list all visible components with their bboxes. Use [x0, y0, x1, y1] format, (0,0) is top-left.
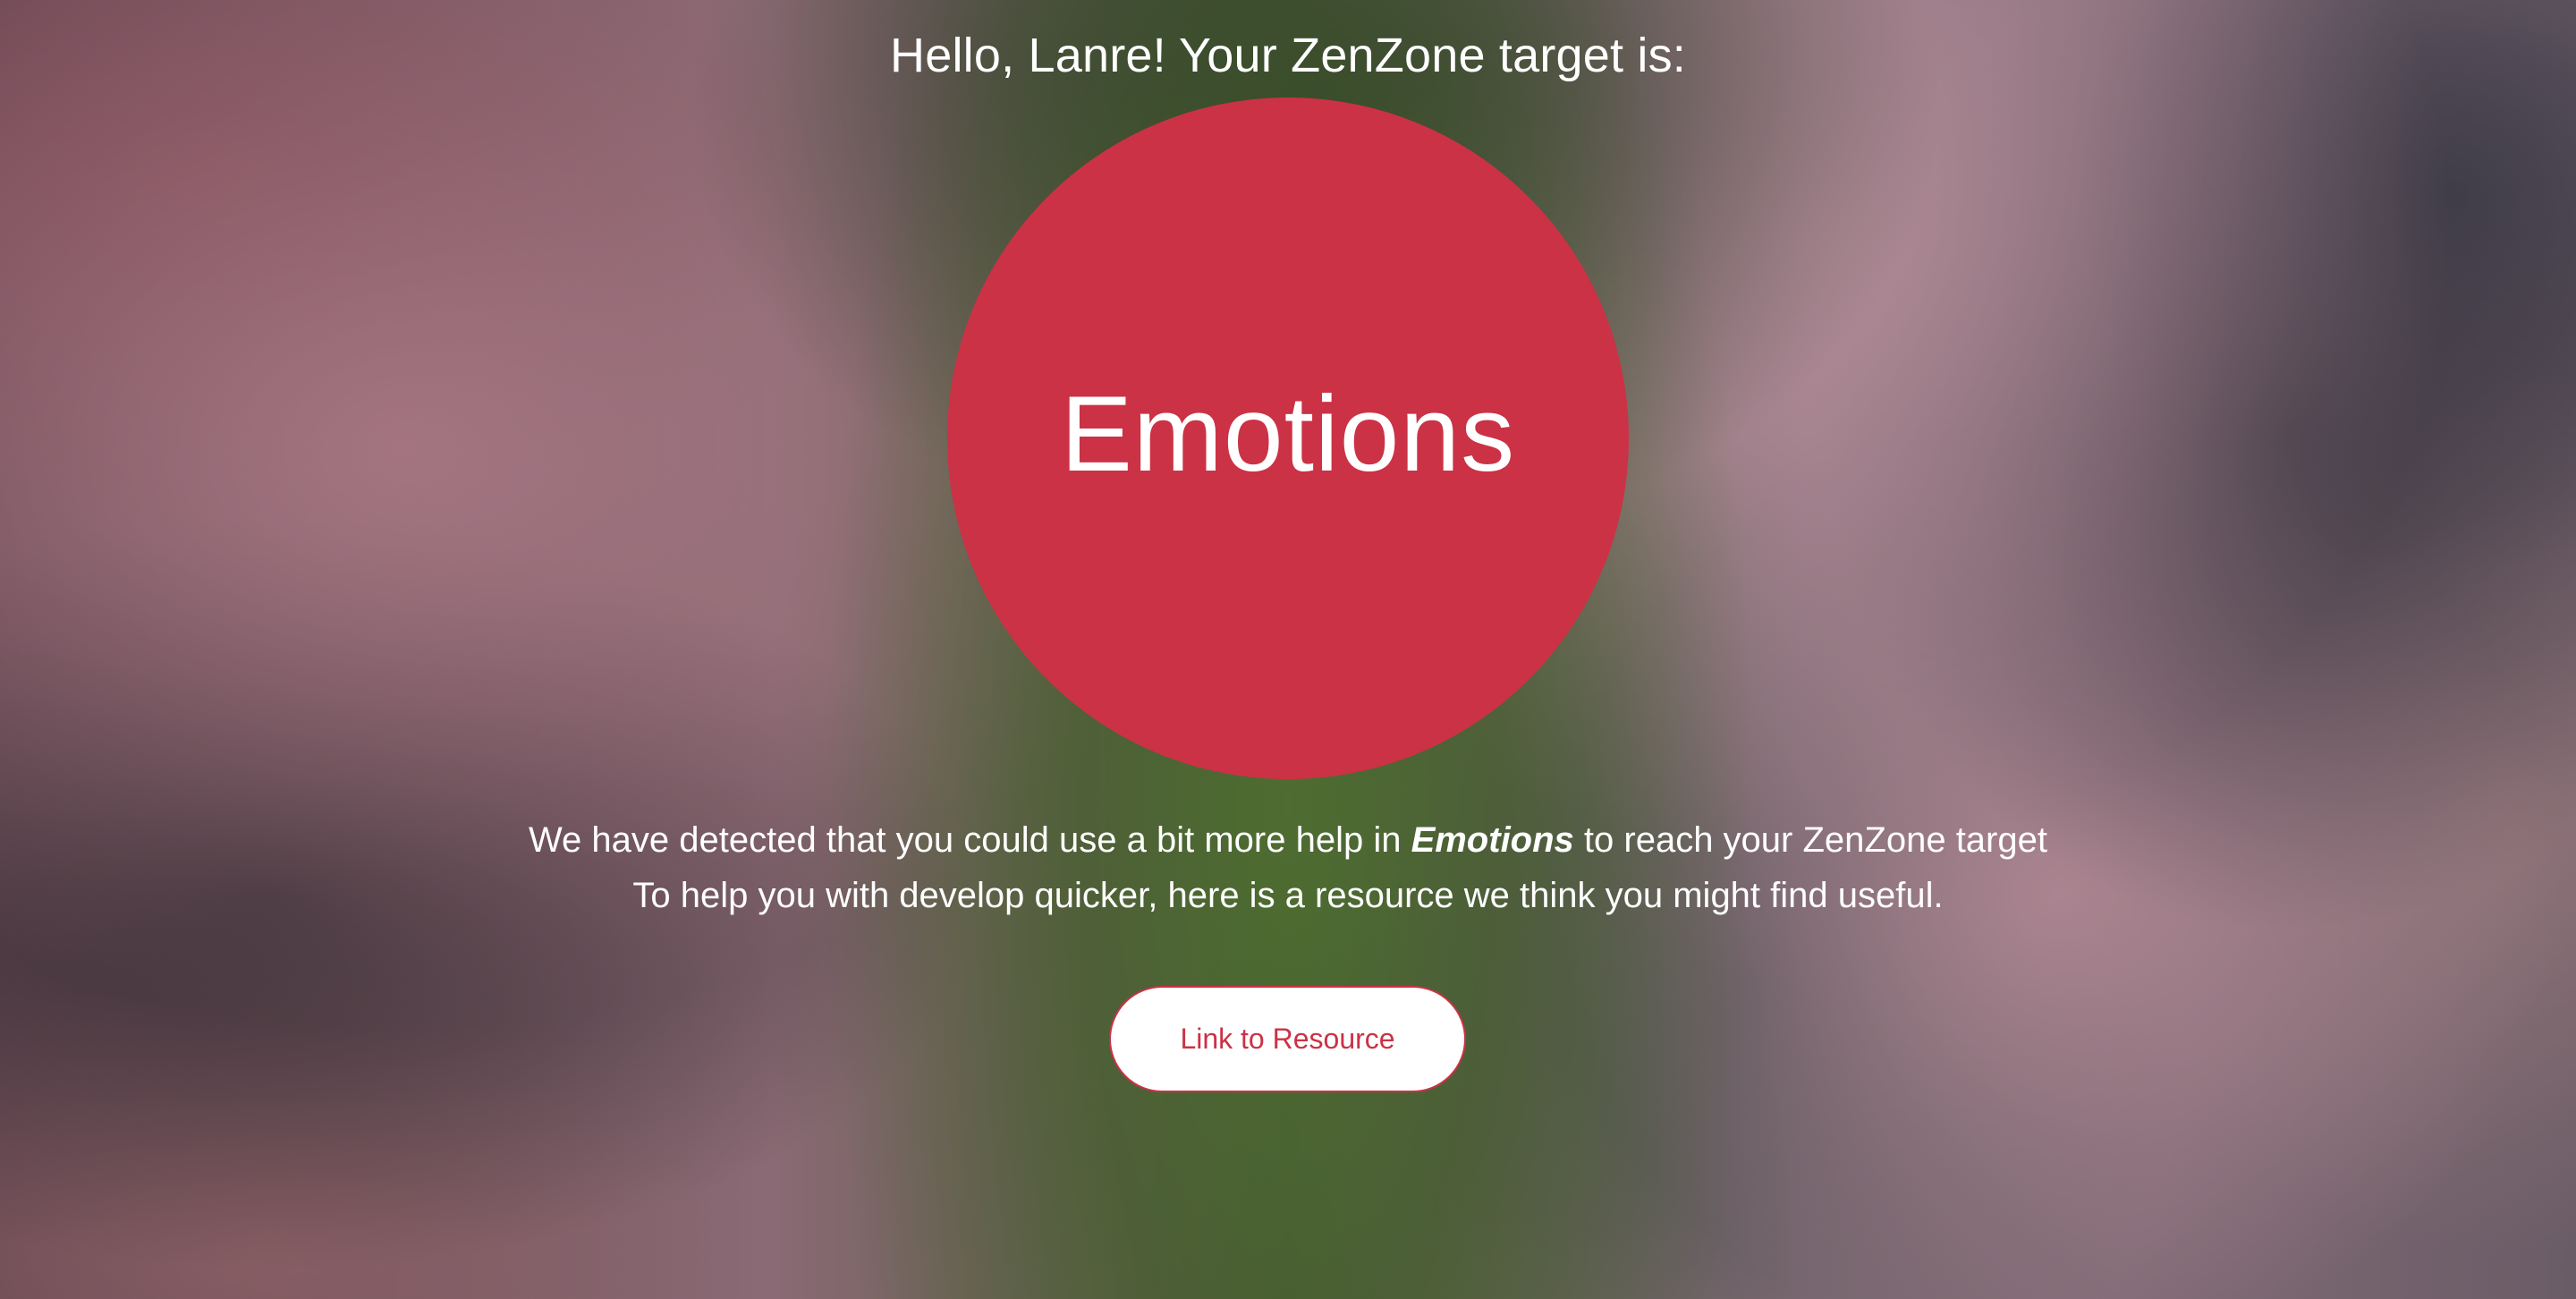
help-message: We have detected that you could use a bi… — [0, 812, 2576, 923]
help-message-line-2: To help you with develop quicker, here i… — [632, 876, 1944, 915]
target-label: Emotions — [1060, 374, 1516, 494]
help-message-text-after: to reach your ZenZone target — [1573, 820, 2047, 860]
help-message-line-1: We have detected that you could use a bi… — [0, 812, 2576, 868]
help-message-target-highlight: Emotions — [1411, 820, 1574, 860]
greeting-title: Hello, Lanre! Your ZenZone target is: — [890, 29, 1686, 82]
link-to-resource-button[interactable]: Link to Resource — [1109, 986, 1466, 1092]
help-message-text-before: We have detected that you could use a bi… — [529, 820, 1411, 860]
target-circle: Emotions — [947, 98, 1629, 779]
